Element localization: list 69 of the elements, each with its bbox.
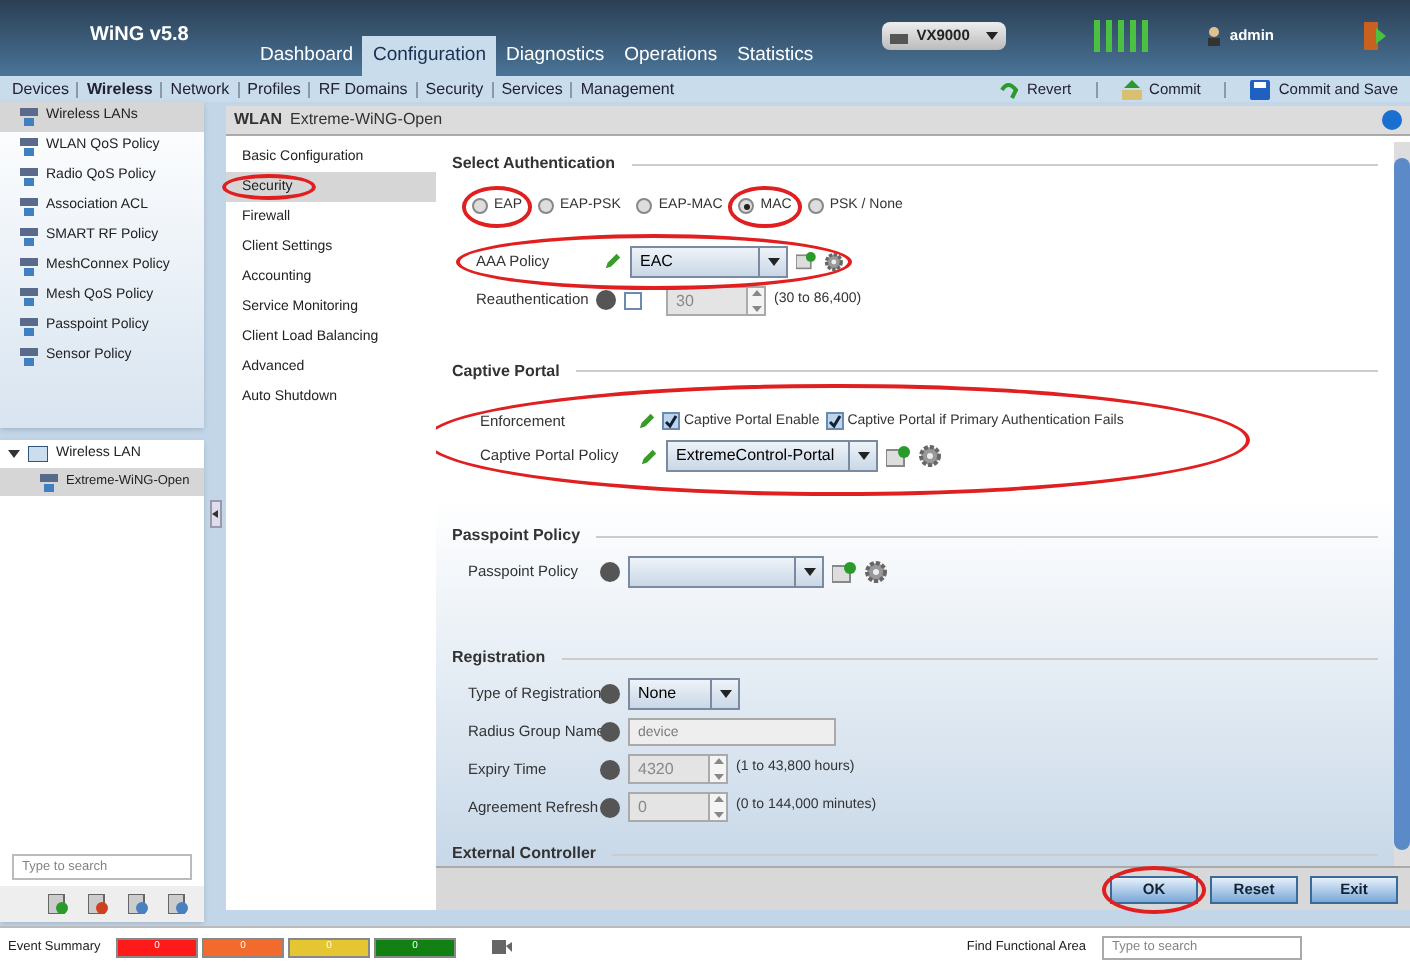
expand-arrow-icon[interactable] [8,448,20,460]
radio-button[interactable] [472,198,488,215]
add-icon[interactable] [48,894,68,914]
section-heading: Passpoint Policy [452,524,581,548]
registration-type-select[interactable]: None [628,678,740,710]
user-icon [1205,26,1222,46]
sub-nav-item[interactable]: RF Domains [318,77,408,101]
section-heading: Captive Portal [452,359,560,383]
network-icon [20,348,38,366]
upload-icon [1121,79,1142,99]
section-heading: Select Authentication [452,152,615,176]
panel-subtitle: Extreme-WiNG-Open [290,108,443,132]
product-logo: WiNG v5.8 [90,21,191,49]
aaa-policy-select[interactable]: EAC [630,245,789,277]
camera-icon[interactable] [492,940,512,954]
nav-tab[interactable]: Dashboard [250,36,363,76]
save-icon [1250,79,1271,99]
copy-icon[interactable] [128,894,148,914]
settings-icon[interactable] [864,560,888,584]
passpoint-policy-select[interactable] [628,556,824,588]
network-icon [20,108,38,126]
nav-tab[interactable]: Diagnostics [496,36,615,76]
rename-icon[interactable] [168,894,188,914]
section-heading: Registration [452,646,546,670]
settings-icon[interactable] [918,444,942,468]
network-icon [20,228,38,246]
sub-nav-item[interactable]: Security [425,77,484,101]
add-icon[interactable] [886,445,910,467]
add-icon[interactable] [832,561,856,583]
radio-button[interactable] [738,198,755,215]
sub-nav-item[interactable]: Network [170,77,230,101]
sub-nav-item[interactable]: Management [580,77,675,101]
radio-button[interactable] [538,198,555,215]
collapse-handle[interactable] [209,500,221,528]
panel-title: WLAN [234,108,282,132]
pencil-icon [604,252,622,270]
captive-portal-policy-select[interactable]: ExtremeControl-Portal [666,440,878,472]
sub-nav-item[interactable]: Devices [12,77,69,101]
radio-button[interactable] [636,198,653,215]
network-icon [20,138,38,156]
network-icon [40,473,58,491]
network-icon [20,198,38,216]
sub-nav-item[interactable]: Services [501,77,563,101]
sub-nav-item[interactable]: Wireless [86,77,153,101]
sub-nav-item[interactable]: Profiles [247,77,301,101]
logout-icon[interactable] [1362,22,1386,50]
checkbox[interactable] [662,412,680,431]
delete-icon[interactable] [88,894,108,914]
radio-button[interactable] [807,198,824,215]
network-icon [20,258,38,276]
caret-icon [985,32,998,40]
caret-icon [794,558,822,586]
nav-tab[interactable]: Operations [614,36,728,76]
caret-icon [848,442,876,470]
settings-icon[interactable] [824,249,844,273]
signal-bars-icon [1093,20,1150,52]
device-icon [890,29,909,43]
section-heading: External Controller [452,842,597,866]
caret-icon [710,680,738,708]
network-icon [20,288,38,306]
nav-tab[interactable]: Configuration [362,36,496,76]
scrollbar[interactable] [1394,142,1410,866]
network-icon [20,318,38,336]
network-icon [20,168,38,186]
undo-icon [998,79,1019,99]
checkbox[interactable] [825,412,844,431]
nav-tab[interactable]: Statistics [727,36,824,76]
table-icon [28,446,48,462]
add-icon[interactable] [796,250,817,272]
